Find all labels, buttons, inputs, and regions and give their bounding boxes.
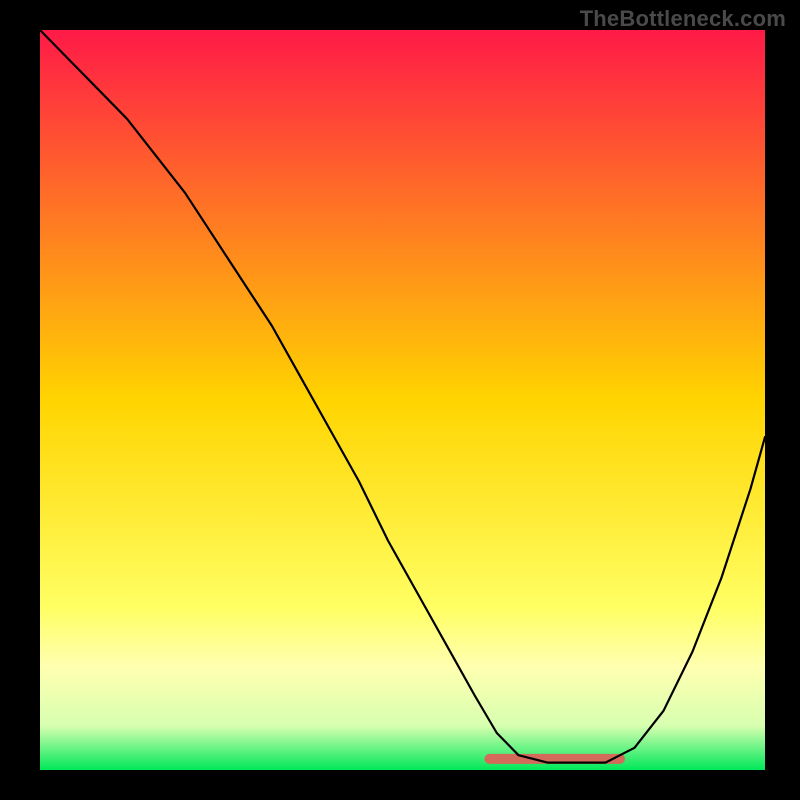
chart-canvas <box>0 0 800 800</box>
chart-frame: TheBottleneck.com <box>0 0 800 800</box>
gradient-background <box>40 30 765 770</box>
